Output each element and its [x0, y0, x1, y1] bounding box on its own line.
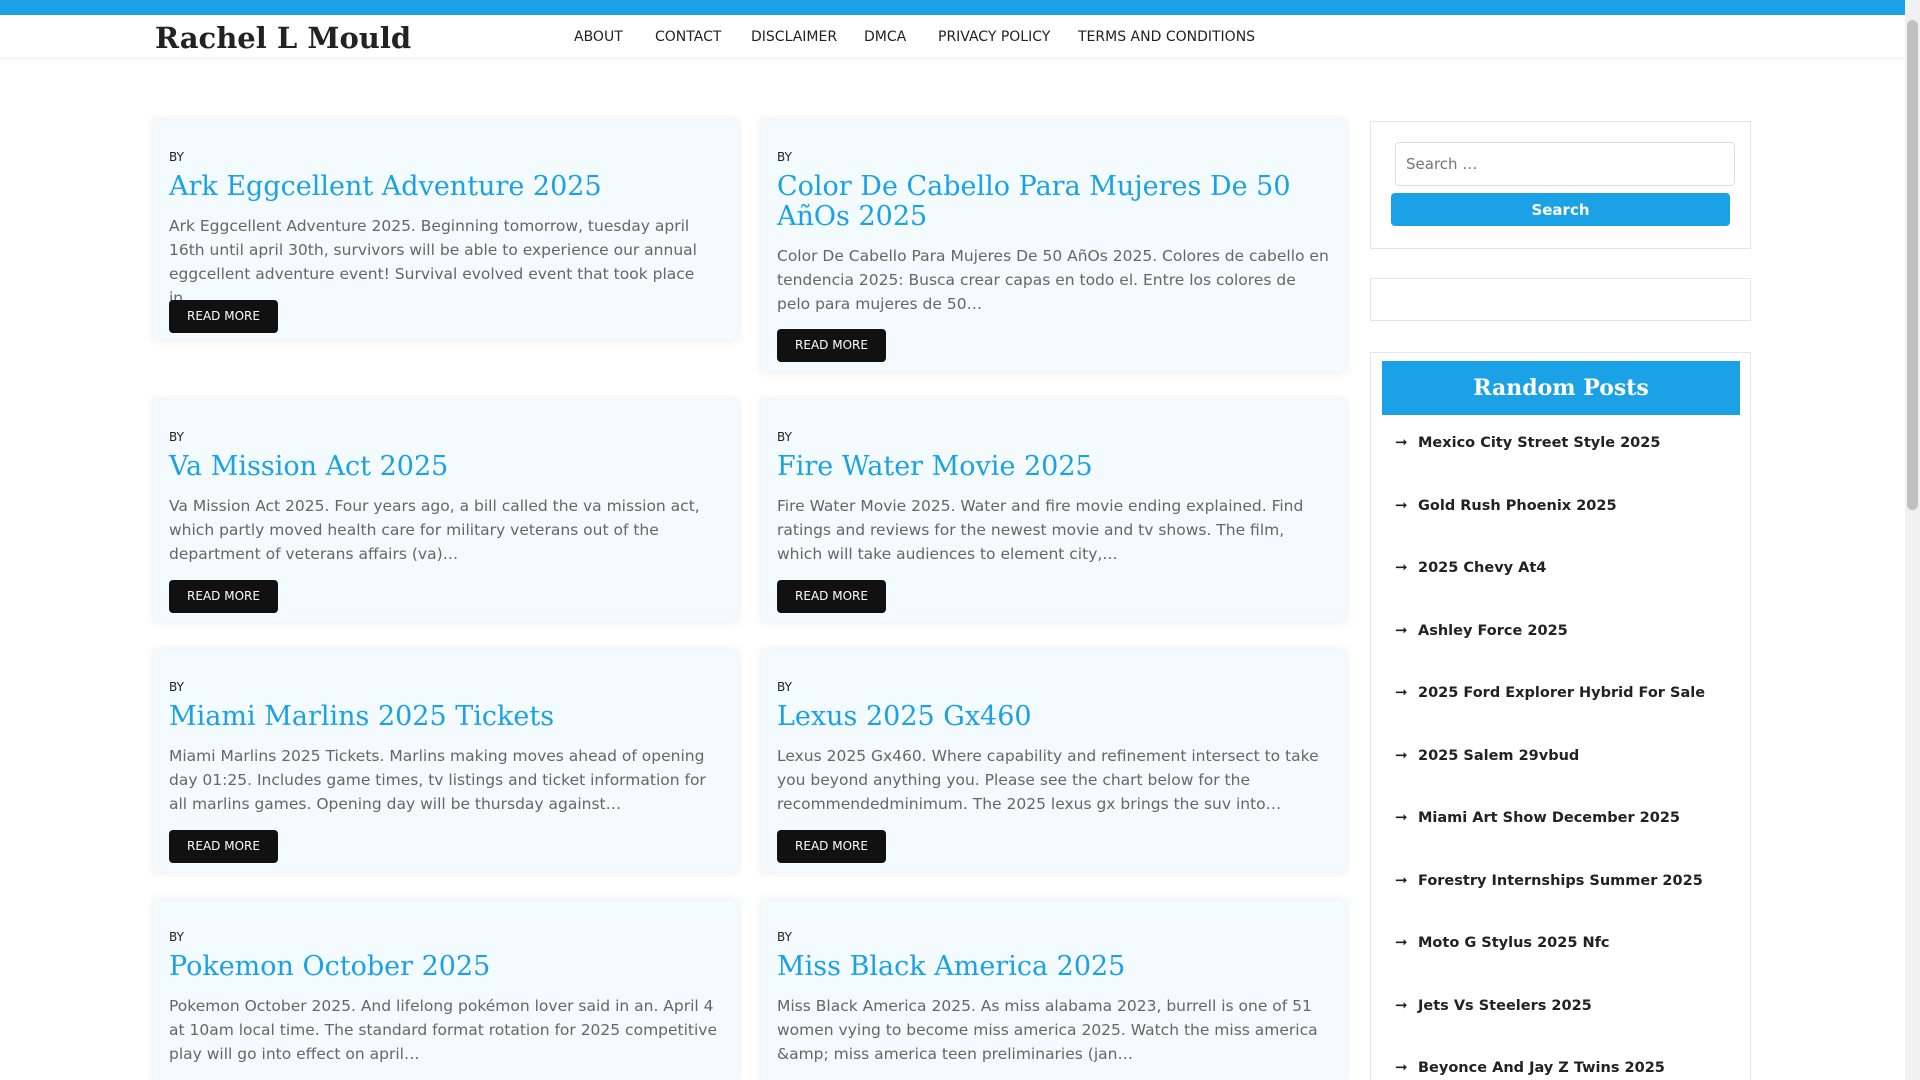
post-title[interactable]: Va Mission Act 2025 — [169, 452, 709, 482]
search-input[interactable] — [1395, 142, 1735, 186]
random-post-link[interactable]: ➞ Moto G Stylus 2025 Nfc — [1395, 933, 1610, 955]
post-author: BY — [777, 680, 792, 694]
random-post-label: Gold Rush Phoenix 2025 — [1418, 498, 1617, 514]
post-title[interactable]: Lexus 2025 Gx460 — [777, 702, 1317, 732]
read-more-button[interactable]: READ MORE — [777, 580, 886, 613]
random-post-link[interactable]: ➞ Forestry Internships Summer 2025 — [1395, 871, 1703, 893]
post-title[interactable]: Pokemon October 2025 — [169, 952, 709, 982]
random-post-label: Moto G Stylus 2025 Nfc — [1418, 935, 1610, 951]
random-post-link[interactable]: ➞ Jets Vs Steelers 2025 — [1395, 996, 1592, 1018]
random-post-label: Ashley Force 2025 — [1418, 623, 1568, 639]
post-author: BY — [169, 150, 184, 164]
random-posts-title: Random Posts — [1382, 361, 1740, 415]
post-title[interactable]: Miami Marlins 2025 Tickets — [169, 702, 709, 732]
random-post-label: Beyonce And Jay Z Twins 2025 — [1418, 1060, 1665, 1076]
read-more-button[interactable]: READ MORE — [169, 580, 278, 613]
scrollbar-thumb[interactable] — [1907, 20, 1918, 510]
nav-item-dmca[interactable]: DMCA — [864, 29, 906, 45]
post-card: BY Lexus 2025 Gx460 Lexus 2025 Gx460. Wh… — [761, 650, 1346, 872]
random-post-label: Forestry Internships Summer 2025 — [1418, 873, 1703, 889]
nav-item-terms-and-conditions[interactable]: TERMS AND CONDITIONS — [1078, 29, 1255, 45]
long-arrow-right-icon: ➞ — [1395, 933, 1408, 951]
post-excerpt: Pokemon October 2025. And lifelong pokém… — [169, 997, 718, 1063]
post-title[interactable]: Fire Water Movie 2025 — [777, 452, 1317, 482]
post-card: BY Va Mission Act 2025 Va Mission Act 20… — [153, 400, 738, 622]
long-arrow-right-icon: ➞ — [1395, 808, 1408, 826]
post-card: BY Miss Black America 2025 Miss Black Am… — [761, 900, 1346, 1080]
long-arrow-right-icon: ➞ — [1395, 683, 1408, 701]
post-title[interactable]: Color De Cabello Para Mujeres De 50 AñOs… — [777, 172, 1317, 232]
long-arrow-right-icon: ➞ — [1395, 996, 1408, 1014]
post-excerpt: Color De Cabello Para Mujeres De 50 AñOs… — [777, 247, 1329, 313]
long-arrow-right-icon: ➞ — [1395, 871, 1408, 889]
post-author: BY — [777, 930, 792, 944]
post-author: BY — [169, 430, 184, 444]
site-title[interactable]: Rachel L Mould — [155, 21, 411, 55]
random-post-link[interactable]: ➞ Ashley Force 2025 — [1395, 621, 1568, 643]
random-post-link[interactable]: ➞ Gold Rush Phoenix 2025 — [1395, 496, 1617, 518]
post-title[interactable]: Ark Eggcellent Adventure 2025 — [169, 172, 709, 202]
post-excerpt: Miami Marlins 2025 Tickets. Marlins maki… — [169, 747, 706, 813]
random-post-link[interactable]: ➞ 2025 Ford Explorer Hybrid For Sale — [1395, 683, 1705, 705]
post-excerpt: Fire Water Movie 2025. Water and fire mo… — [777, 497, 1304, 563]
nav-item-about[interactable]: ABOUT — [574, 29, 623, 45]
post-author: BY — [169, 930, 184, 944]
post-author: BY — [169, 680, 184, 694]
long-arrow-right-icon: ➞ — [1395, 558, 1408, 576]
random-post-link[interactable]: ➞ 2025 Salem 29vbud — [1395, 746, 1579, 768]
random-post-link[interactable]: ➞ Beyonce And Jay Z Twins 2025 — [1395, 1058, 1665, 1080]
post-excerpt: Miss Black America 2025. As miss alabama… — [777, 997, 1318, 1063]
post-excerpt: Lexus 2025 Gx460. Where capability and r… — [777, 747, 1319, 813]
page-scrollbar[interactable] — [1905, 0, 1920, 1080]
read-more-button[interactable]: READ MORE — [777, 830, 886, 863]
random-post-link[interactable]: ➞ Miami Art Show December 2025 — [1395, 808, 1680, 830]
nav-item-contact[interactable]: CONTACT — [655, 29, 721, 45]
nav-item-privacy-policy[interactable]: PRIVACY POLICY — [938, 29, 1050, 45]
random-post-label: Miami Art Show December 2025 — [1418, 810, 1681, 826]
long-arrow-right-icon: ➞ — [1395, 621, 1408, 639]
post-card: BY Color De Cabello Para Mujeres De 50 A… — [761, 120, 1346, 372]
random-post-label: 2025 Salem 29vbud — [1418, 748, 1580, 764]
long-arrow-right-icon: ➞ — [1395, 746, 1408, 764]
nav-item-disclaimer[interactable]: DISCLAIMER — [751, 29, 837, 45]
post-author: BY — [777, 150, 792, 164]
random-post-label: 2025 Chevy At4 — [1418, 560, 1547, 576]
random-post-label: Mexico City Street Style 2025 — [1418, 435, 1661, 451]
long-arrow-right-icon: ➞ — [1395, 496, 1408, 514]
random-posts-widget: Random Posts ➞ Mexico City Street Style 2… — [1370, 352, 1751, 1080]
read-more-button[interactable]: READ MORE — [169, 300, 278, 333]
long-arrow-right-icon: ➞ — [1395, 1058, 1408, 1076]
post-card: BY Pokemon October 2025 Pokemon October … — [153, 900, 738, 1080]
search-button[interactable]: Search — [1391, 193, 1730, 226]
read-more-button[interactable]: READ MORE — [777, 329, 886, 362]
site-header: Rachel L Mould ABOUT CONTACT DISCLAIMER … — [0, 15, 1905, 57]
post-author: BY — [777, 430, 792, 444]
post-card: BY Miami Marlins 2025 Tickets Miami Marl… — [153, 650, 738, 872]
top-accent-bar — [0, 0, 1905, 15]
random-post-label: 2025 Ford Explorer Hybrid For Sale — [1418, 685, 1706, 701]
read-more-button[interactable]: READ MORE — [169, 830, 278, 863]
post-excerpt: Ark Eggcellent Adventure 2025. Beginning… — [169, 217, 697, 307]
post-title[interactable]: Miss Black America 2025 — [777, 952, 1317, 982]
empty-widget — [1370, 278, 1751, 321]
post-card: BY Fire Water Movie 2025 Fire Water Movi… — [761, 400, 1346, 622]
random-post-link[interactable]: ➞ 2025 Chevy At4 — [1395, 558, 1546, 580]
random-post-label: Jets Vs Steelers 2025 — [1418, 998, 1592, 1014]
long-arrow-right-icon: ➞ — [1395, 433, 1408, 451]
post-excerpt: Va Mission Act 2025. Four years ago, a b… — [169, 497, 700, 563]
post-card: BY Ark Eggcellent Adventure 2025 Ark Egg… — [153, 120, 738, 340]
search-widget: Search — [1370, 121, 1751, 249]
random-post-link[interactable]: ➞ Mexico City Street Style 2025 — [1395, 433, 1660, 455]
